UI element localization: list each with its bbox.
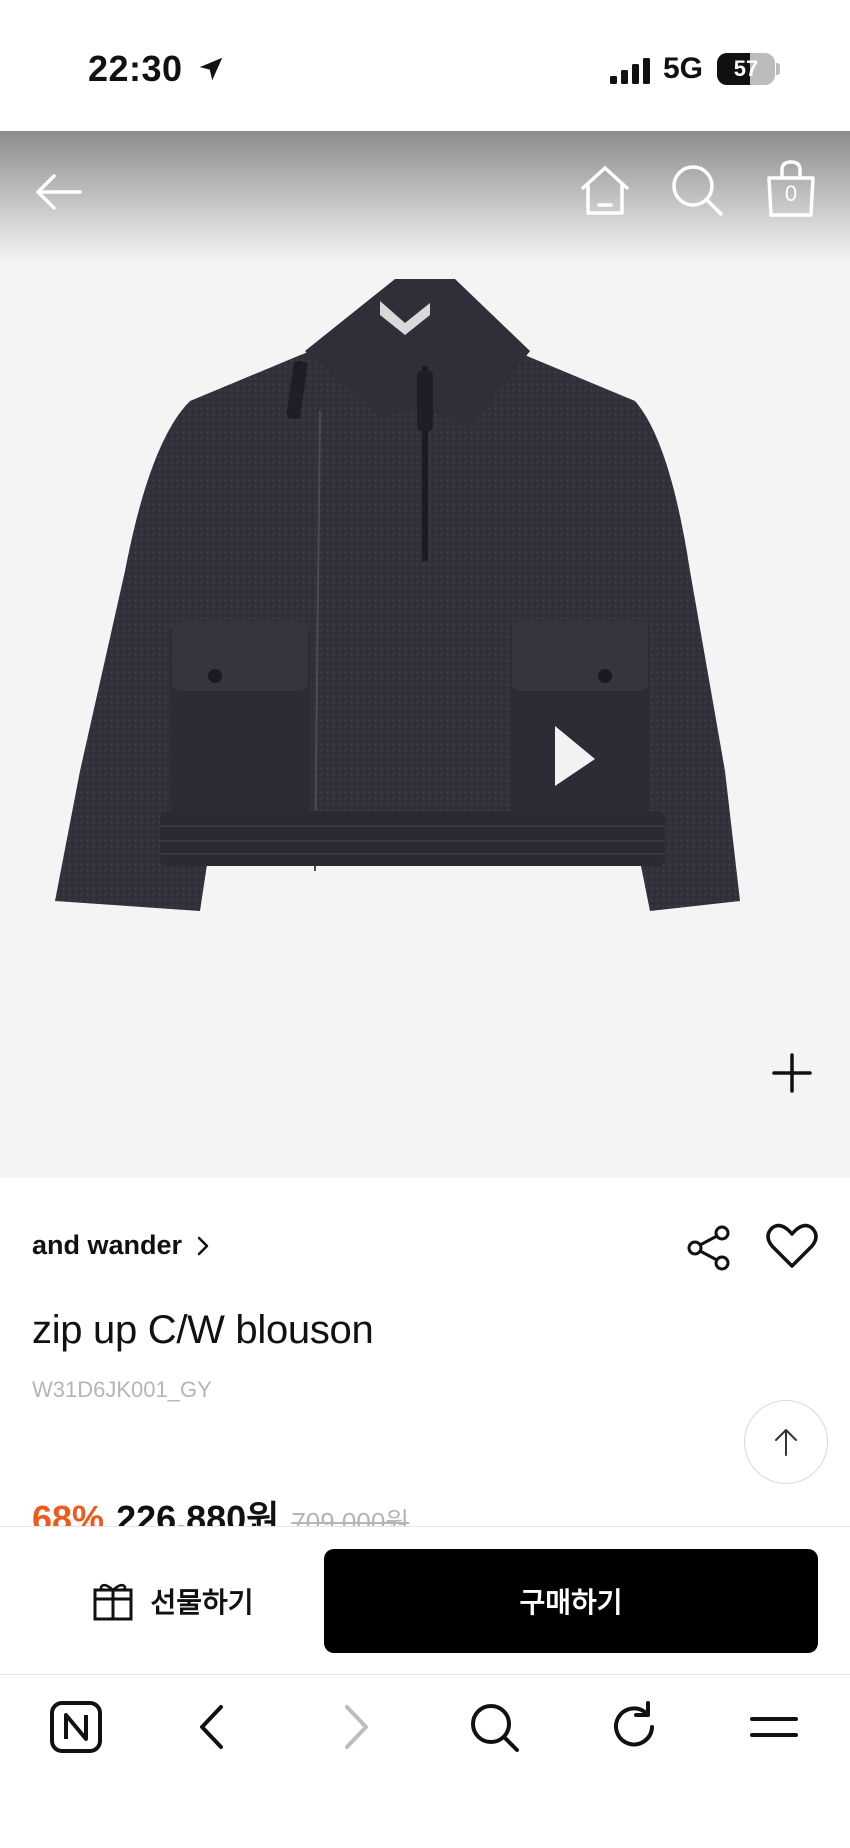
refresh-icon (614, 1701, 654, 1747)
discount-rate: 68% (32, 1498, 105, 1526)
product-info: and wander zip up C/W blouson W31D6JK001… (0, 1178, 850, 1526)
product-image[interactable] (50, 251, 800, 971)
battery-percent: 57 (733, 56, 759, 81)
gift-button[interactable]: 선물하기 (28, 1549, 318, 1653)
naver-home-button[interactable] (46, 1697, 106, 1757)
home-button[interactable] (574, 159, 636, 221)
network-label: 5G (663, 52, 704, 85)
home-icon (581, 166, 629, 215)
product-title: zip up C/W blouson (32, 1308, 374, 1352)
browser-toolbar (0, 1674, 850, 1848)
price-row: 68% 226,880원 709,000원 (32, 1490, 409, 1526)
back-chevron-icon (200, 1705, 223, 1749)
sale-price: 226,880원 (116, 1498, 280, 1526)
arrow-up-icon (775, 1429, 797, 1456)
location-arrow-icon (199, 57, 223, 81)
product-sku: W31D6JK001_GY (32, 1377, 212, 1402)
browser-search-button[interactable] (464, 1697, 524, 1757)
zoom-plus-icon[interactable] (770, 1051, 814, 1095)
gift-icon (93, 1583, 133, 1621)
share-icon[interactable] (686, 1224, 732, 1272)
battery-icon: 57 (717, 53, 775, 85)
browser-refresh-button[interactable] (604, 1697, 664, 1757)
browser-back-button[interactable] (184, 1697, 244, 1757)
naver-n-icon (50, 1701, 102, 1753)
gift-label: 선물하기 (150, 1587, 254, 1618)
product-image-area[interactable]: 0 (0, 131, 850, 1178)
search-icon (471, 1704, 519, 1752)
back-button[interactable] (28, 161, 90, 223)
back-arrow-icon (36, 174, 82, 210)
forward-chevron-icon (345, 1705, 368, 1749)
search-button[interactable] (666, 159, 728, 221)
battery-nub (776, 63, 780, 75)
signal-bars-icon (610, 58, 650, 84)
cart-count: 0 (784, 181, 798, 206)
status-time: 22:30 (88, 48, 183, 89)
status-bar: 22:30 5G 57 (0, 0, 850, 131)
chevron-right-icon (197, 1236, 209, 1255)
original-price: 709,000원 (291, 1507, 410, 1526)
browser-menu-button[interactable] (744, 1697, 804, 1757)
purchase-action-bar: 선물하기 구매하기 (0, 1526, 850, 1674)
heart-icon[interactable] (766, 1222, 818, 1270)
menu-icon (750, 1717, 798, 1737)
cart-button[interactable]: 0 (760, 157, 822, 219)
buy-button[interactable]: 구매하기 (324, 1549, 818, 1653)
brand-link[interactable]: and wander (32, 1230, 214, 1261)
search-icon (672, 165, 723, 216)
browser-forward-button[interactable] (324, 1697, 384, 1757)
brand-name: and wander (32, 1230, 183, 1260)
scroll-top-button[interactable] (744, 1400, 828, 1484)
